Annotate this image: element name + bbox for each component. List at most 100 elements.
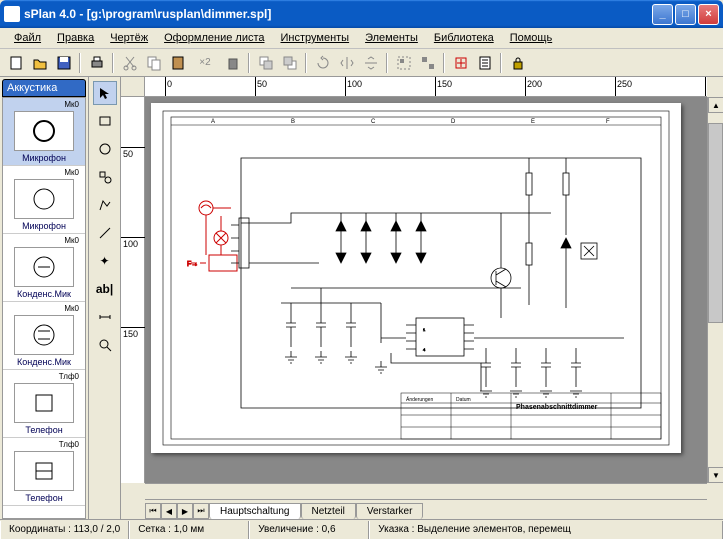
cut-button[interactable] [118, 52, 141, 74]
polygon-tool[interactable] [93, 193, 117, 217]
tab-next-button[interactable]: ▶ [177, 503, 193, 519]
tab-first-button[interactable]: ⏮ [145, 503, 161, 519]
duplicate-button[interactable]: ×2 [190, 52, 220, 74]
scroll-down-button[interactable]: ▼ [708, 467, 723, 483]
svg-text:F→: F→ [187, 261, 198, 268]
save-button[interactable] [52, 52, 75, 74]
window-title: sPlan 4.0 - [g:\program\rusplan\dimmer.s… [24, 7, 652, 21]
lock-button[interactable] [506, 52, 529, 74]
zoom-tool[interactable] [93, 333, 117, 357]
library-item[interactable]: Мк0Микрофон [3, 98, 85, 166]
select-tool[interactable] [93, 81, 117, 105]
list-button[interactable] [473, 52, 496, 74]
tab-last-button[interactable]: ⏭ [193, 503, 209, 519]
text-tool[interactable]: ab| [93, 277, 117, 301]
library-item-symbol [14, 451, 74, 491]
library-item-label: Телефон [5, 425, 83, 435]
flip-v-button[interactable] [359, 52, 382, 74]
statusbar: Координаты : 113,0 / 2,0 Сетка : 1,0 мм … [0, 519, 723, 539]
menu-sheet-layout[interactable]: Оформление листа [156, 30, 272, 46]
menu-edit[interactable]: Правка [49, 30, 102, 46]
copy-button[interactable] [142, 52, 165, 74]
library-item-ref: Мк0 [5, 100, 83, 109]
scrollbar-vertical[interactable]: ▲ ▼ [707, 97, 723, 483]
library-item[interactable]: Мк0Микрофон [3, 166, 85, 234]
ruler-corner [121, 77, 145, 97]
library-item-label: Конденс.Мик [5, 289, 83, 299]
node-tool[interactable]: ✦ [93, 249, 117, 273]
library-item-ref: Мк0 [5, 236, 83, 245]
canvas-viewport[interactable]: A B C D E F F→ [145, 97, 707, 483]
library-item[interactable]: Мк0 Конденс.Мик [3, 234, 85, 302]
page-tab-3[interactable]: Verstarker [356, 503, 424, 519]
menu-tools[interactable]: Инструменты [273, 30, 358, 46]
app-icon [4, 6, 20, 22]
status-coords: Координаты : 113,0 / 2,0 [0, 521, 129, 539]
back-button[interactable] [278, 52, 301, 74]
svg-text:D: D [451, 119, 456, 125]
svg-text:F: F [606, 119, 610, 125]
library-item[interactable]: Тлф0Телефон [3, 438, 85, 506]
library-item-symbol [14, 179, 74, 219]
minimize-button[interactable]: _ [652, 4, 673, 25]
close-button[interactable]: × [698, 4, 719, 25]
titlebar: sPlan 4.0 - [g:\program\rusplan\dimmer.s… [0, 0, 723, 28]
library-item-symbol [14, 383, 74, 423]
tab-prev-button[interactable]: ◀ [161, 503, 177, 519]
rotate-button[interactable] [311, 52, 334, 74]
menu-help[interactable]: Помощь [502, 30, 561, 46]
scroll-up-button[interactable]: ▲ [708, 97, 723, 113]
library-sidebar: Аккустика Мк0МикрофонМк0МикрофонМк0Конде… [0, 77, 89, 519]
snap-button[interactable] [449, 52, 472, 74]
library-item[interactable]: Мк0 Конденс.Мик [3, 302, 85, 370]
paste-button[interactable] [166, 52, 189, 74]
line-tool[interactable] [93, 221, 117, 245]
svg-text:C: C [371, 119, 376, 125]
library-item-symbol [14, 247, 74, 287]
library-item-ref: Тлф0 [5, 372, 83, 381]
scroll-thumb-v[interactable] [708, 123, 723, 323]
special-tool[interactable] [93, 165, 117, 189]
svg-text:E: E [531, 119, 535, 125]
library-item-ref: Мк0 [5, 168, 83, 177]
ruler-vertical: 50100150 [121, 97, 145, 483]
svg-text:Änderungen: Änderungen [406, 396, 433, 403]
menubar: Файл Правка Чертёж Оформление листа Инст… [0, 28, 723, 49]
front-button[interactable] [254, 52, 277, 74]
menu-elements[interactable]: Элементы [357, 30, 426, 46]
delete-button[interactable] [221, 52, 244, 74]
status-grid: Сетка : 1,0 мм [129, 521, 249, 539]
group-button[interactable] [392, 52, 415, 74]
status-hint: Указка : Выделение элементов, перемещ [369, 521, 723, 539]
circle-tool[interactable] [93, 137, 117, 161]
library-item-ref: Мк0 [5, 304, 83, 313]
open-button[interactable] [28, 52, 51, 74]
canvas-area: 050100150200250300 50100150 A B C D E F F→ [121, 77, 723, 519]
scrollbar-horizontal[interactable] [145, 483, 707, 499]
ungroup-button[interactable] [416, 52, 439, 74]
print-button[interactable] [85, 52, 108, 74]
flip-h-button[interactable] [335, 52, 358, 74]
svg-text:A: A [211, 119, 215, 125]
dimension-tool[interactable] [93, 305, 117, 329]
status-zoom: Увеличение : 0,6 [249, 521, 369, 539]
new-button[interactable] [4, 52, 27, 74]
drawing-page[interactable]: A B C D E F F→ [151, 103, 681, 453]
rectangle-tool[interactable] [93, 109, 117, 133]
library-category-tab[interactable]: Аккустика [2, 79, 86, 97]
titleblock-title: Phasenabschnittdimmer [516, 404, 598, 411]
toolbar: ×2 [0, 49, 723, 77]
maximize-button[interactable]: □ [675, 4, 696, 25]
page-tab-2[interactable]: Netzteil [301, 503, 356, 519]
library-item-label: Конденс.Мик [5, 357, 83, 367]
library-item-symbol [14, 315, 74, 355]
library-item[interactable]: Тлф0 Телефон [3, 370, 85, 438]
menu-library[interactable]: Библиотека [426, 30, 502, 46]
ruler-horizontal: 050100150200250300 [145, 77, 707, 97]
menu-drawing[interactable]: Чертёж [102, 30, 156, 46]
library-item-label: Телефон [5, 493, 83, 503]
menu-file[interactable]: Файл [6, 30, 49, 46]
svg-text:B: B [291, 119, 295, 125]
library-item-symbol [14, 111, 74, 151]
page-tab-1[interactable]: Hauptschaltung [209, 503, 301, 519]
